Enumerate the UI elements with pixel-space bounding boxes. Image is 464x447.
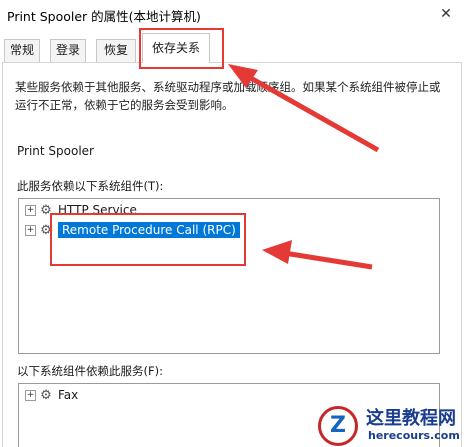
service-name: Print Spooler (17, 144, 94, 158)
expand-icon[interactable]: + (25, 390, 36, 401)
expand-icon[interactable]: + (25, 225, 36, 236)
title-bar: Print Spooler 的属性(本地计算机) ✕ (0, 0, 464, 30)
tab-logon[interactable]: 登录 (50, 39, 86, 62)
tab-dependencies[interactable]: 依存关系 (142, 33, 210, 63)
close-icon[interactable]: ✕ (434, 2, 458, 26)
tab-general[interactable]: 常规 (4, 39, 40, 62)
annotation-box-rpc (50, 213, 246, 266)
watermark-logo: Z 这里教程网 herecours.com (316, 404, 464, 447)
expand-icon[interactable]: + (25, 205, 36, 216)
watermark-logo-icon: Z (318, 406, 358, 446)
tree-item-label: Fax (58, 388, 79, 402)
gear-icon: ⚙ (40, 387, 52, 403)
depends-on-label: 此服务依赖以下系统组件(T): (17, 179, 164, 193)
tree-item-fax[interactable]: + ⚙ Fax (25, 386, 78, 404)
dependents-label: 以下系统组件依赖此服务(F): (17, 364, 163, 378)
watermark-url: herecours.com (368, 429, 460, 442)
watermark-title: 这里教程网 (366, 408, 456, 429)
window-title: Print Spooler 的属性(本地计算机) (7, 9, 201, 24)
tab-recovery[interactable]: 恢复 (96, 39, 136, 62)
tab-strip: 常规 登录 恢复 依存关系 (0, 33, 464, 63)
dependency-description: 某些服务依赖于其他服务、系统驱动程序或加载顺序组。如果某个系统组件被停止或运行不… (15, 80, 441, 112)
